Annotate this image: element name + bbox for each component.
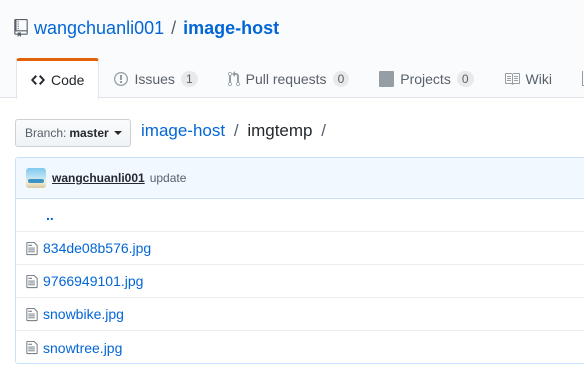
issues-counter: 1	[180, 70, 198, 87]
file-icon	[26, 274, 38, 288]
repo-title-separator: /	[171, 17, 177, 38]
tab-code-label: Code	[51, 72, 85, 88]
tab-projects[interactable]: Projects 0	[364, 58, 488, 98]
latest-commit-bar: wangchuanli001 update	[16, 158, 584, 199]
file-icon	[26, 307, 38, 321]
project-icon	[379, 70, 395, 87]
tab-pull-requests-label: Pull requests	[245, 70, 327, 87]
file-link[interactable]: snowbike.jpg	[43, 306, 124, 322]
commit-message[interactable]: update	[150, 171, 187, 185]
file-row[interactable]: 9766949101.jpg	[16, 265, 584, 298]
breadcrumb-separator: /	[233, 121, 239, 140]
avatar[interactable]	[26, 168, 46, 188]
file-link[interactable]: snowtree.jpg	[43, 340, 122, 356]
repo-header: wangchuanli001 / image-host Code Issues …	[0, 0, 584, 99]
book-icon	[504, 71, 520, 87]
file-icon	[26, 241, 38, 255]
commit-author-link[interactable]: wangchuanli001	[52, 171, 145, 185]
file-list-box: wangchuanli001 update .. 834de08b576.jpg…	[15, 157, 584, 364]
repo-nav-tabs: Code Issues 1 Pull requests 0 Projects 0	[16, 58, 584, 99]
tab-wiki-label: Wiki	[525, 70, 552, 87]
branch-select-button[interactable]: Branch: master	[15, 119, 131, 147]
file-row[interactable]: snowtree.jpg	[16, 331, 584, 364]
file-icon	[26, 340, 38, 355]
caret-down-icon	[113, 131, 122, 135]
repo-owner-link[interactable]: wangchuanli001	[34, 18, 164, 39]
tab-insights[interactable]	[567, 58, 584, 98]
tab-issues[interactable]: Issues 1	[99, 58, 212, 98]
projects-counter: 0	[456, 70, 474, 87]
repo-title: wangchuanli001 / image-host	[14, 17, 279, 39]
code-icon	[31, 72, 45, 88]
breadcrumb-trailing-separator: /	[321, 121, 326, 140]
issue-icon	[114, 71, 129, 87]
branch-label: Branch:	[25, 126, 67, 140]
file-row[interactable]: snowbike.jpg	[16, 298, 584, 331]
file-row[interactable]: 834de08b576.jpg	[16, 232, 584, 265]
breadcrumb: image-host / imgtemp /	[141, 121, 330, 141]
pull-request-icon	[227, 70, 240, 87]
file-link[interactable]: 9766949101.jpg	[43, 273, 143, 289]
repo-name-link[interactable]: image-host	[183, 18, 279, 39]
tab-code[interactable]: Code	[16, 58, 100, 99]
tab-pull-requests[interactable]: Pull requests 0	[213, 58, 365, 98]
parent-dir-row[interactable]: ..	[16, 199, 584, 232]
parent-dir-link[interactable]: ..	[46, 207, 54, 223]
tab-wiki[interactable]: Wiki	[489, 58, 567, 98]
breadcrumb-current-dir: imgtemp	[247, 121, 313, 140]
file-link[interactable]: 834de08b576.jpg	[43, 240, 151, 256]
pull-requests-counter: 0	[332, 70, 350, 87]
repo-icon	[14, 19, 28, 37]
branch-value: master	[69, 126, 109, 140]
tab-projects-label: Projects	[400, 70, 451, 87]
tab-issues-label: Issues	[134, 70, 175, 87]
breadcrumb-repo-link[interactable]: image-host	[141, 121, 225, 140]
